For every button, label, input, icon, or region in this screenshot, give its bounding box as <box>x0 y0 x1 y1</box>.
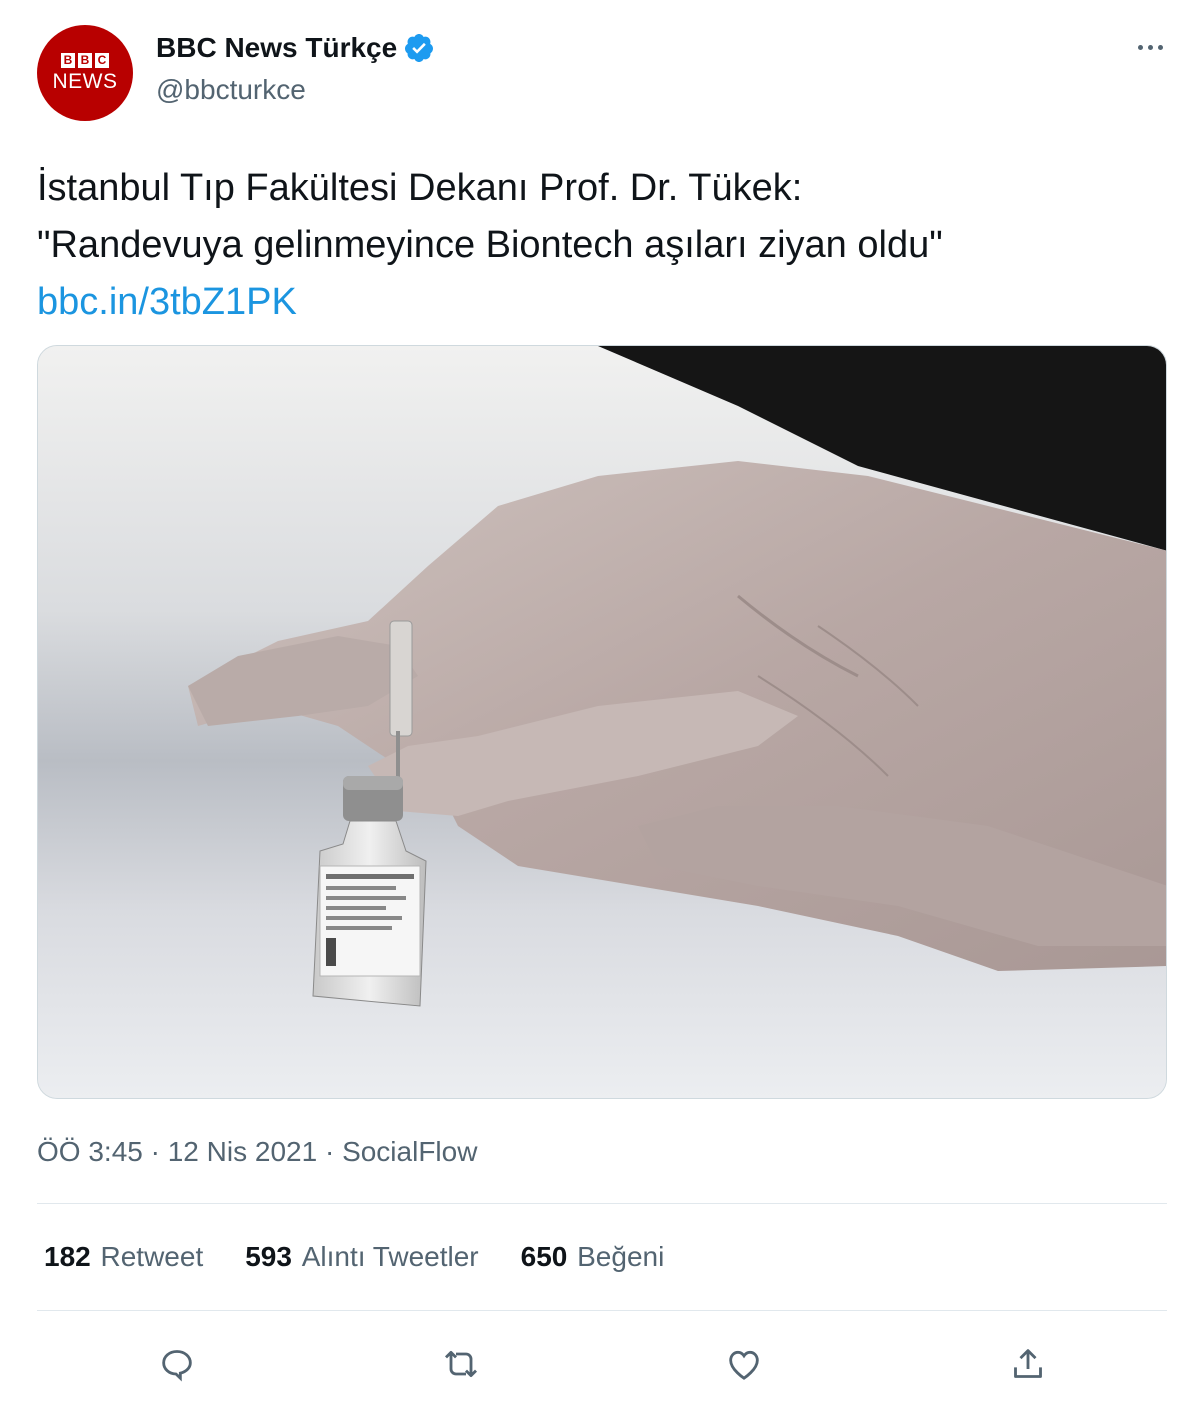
like-button[interactable] <box>714 1334 774 1394</box>
author-handle[interactable]: @bbcturkce <box>156 74 306 106</box>
more-dot <box>1147 44 1153 50</box>
like-count-number: 650 <box>520 1241 568 1272</box>
tweet-text: İstanbul Tıp Fakültesi Dekanı Prof. Dr. … <box>37 160 1167 331</box>
more-dot <box>1157 44 1163 50</box>
heart-icon <box>729 1350 759 1380</box>
more-dots-icon[interactable] <box>1130 32 1170 62</box>
meta-separator: · <box>324 1136 335 1167</box>
retweet-count[interactable]: 182 Retweet <box>44 1241 203 1273</box>
author-name-row[interactable]: BBC News Türkçe <box>156 32 435 64</box>
reply-icon <box>162 1350 192 1382</box>
like-count-label: Beğeni <box>577 1241 665 1272</box>
retweet-button[interactable] <box>431 1334 491 1394</box>
share-icon <box>1014 1349 1042 1378</box>
retweet-count-number: 182 <box>44 1241 91 1272</box>
meta-separator: · <box>150 1136 160 1167</box>
retweet-icon <box>444 1350 478 1378</box>
more-dot <box>1137 44 1143 50</box>
reply-button[interactable] <box>147 1334 207 1394</box>
quote-count-number: 593 <box>245 1241 292 1272</box>
bbc-logo-block: C <box>95 53 109 68</box>
divider <box>37 1203 1167 1204</box>
tweet-text-line: "Randevuya gelinmeyince Biontech aşıları… <box>37 224 943 266</box>
tweet-text-line: İstanbul Tıp Fakültesi Dekanı Prof. Dr. … <box>37 167 803 209</box>
vaccine-vial-photo <box>38 346 1166 1098</box>
bbc-logo-block: B <box>78 53 92 68</box>
share-button[interactable] <box>998 1334 1058 1394</box>
tweet-meta: ÖÖ 3:45 · 12 Nis 2021 · SocialFlow <box>37 1136 477 1168</box>
quote-count-label: Alıntı Tweetler <box>301 1241 479 1272</box>
like-count[interactable]: 650 Beğeni <box>521 1241 665 1273</box>
tweet-stats: 182 Retweet 593 Alıntı Tweetler 650 Beğe… <box>44 1241 706 1273</box>
author-display-name[interactable]: BBC News Türkçe <box>156 32 397 64</box>
action-bar <box>0 1334 1202 1394</box>
retweet-count-label: Retweet <box>100 1241 204 1272</box>
tweet-date[interactable]: 12 Nis 2021 <box>168 1136 317 1167</box>
tweet-link[interactable]: bbc.in/3tbZ1PK <box>37 274 1167 331</box>
bbc-logo: B B C <box>61 53 109 68</box>
tweet-source[interactable]: SocialFlow <box>342 1136 477 1167</box>
tweet-media-image[interactable] <box>37 345 1167 1099</box>
avatar[interactable]: B B C NEWS <box>37 25 133 121</box>
divider <box>37 1310 1167 1311</box>
verified-badge-icon <box>405 34 434 62</box>
quote-count[interactable]: 593 Alıntı Tweetler <box>245 1241 478 1273</box>
tweet-card: B B C NEWS BBC News Türkçe @bbcturkce İs… <box>0 0 1202 1408</box>
bbc-logo-news-word: NEWS <box>52 70 118 93</box>
bbc-logo-block: B <box>61 53 75 68</box>
tweet-time[interactable]: ÖÖ 3:45 <box>37 1136 143 1167</box>
